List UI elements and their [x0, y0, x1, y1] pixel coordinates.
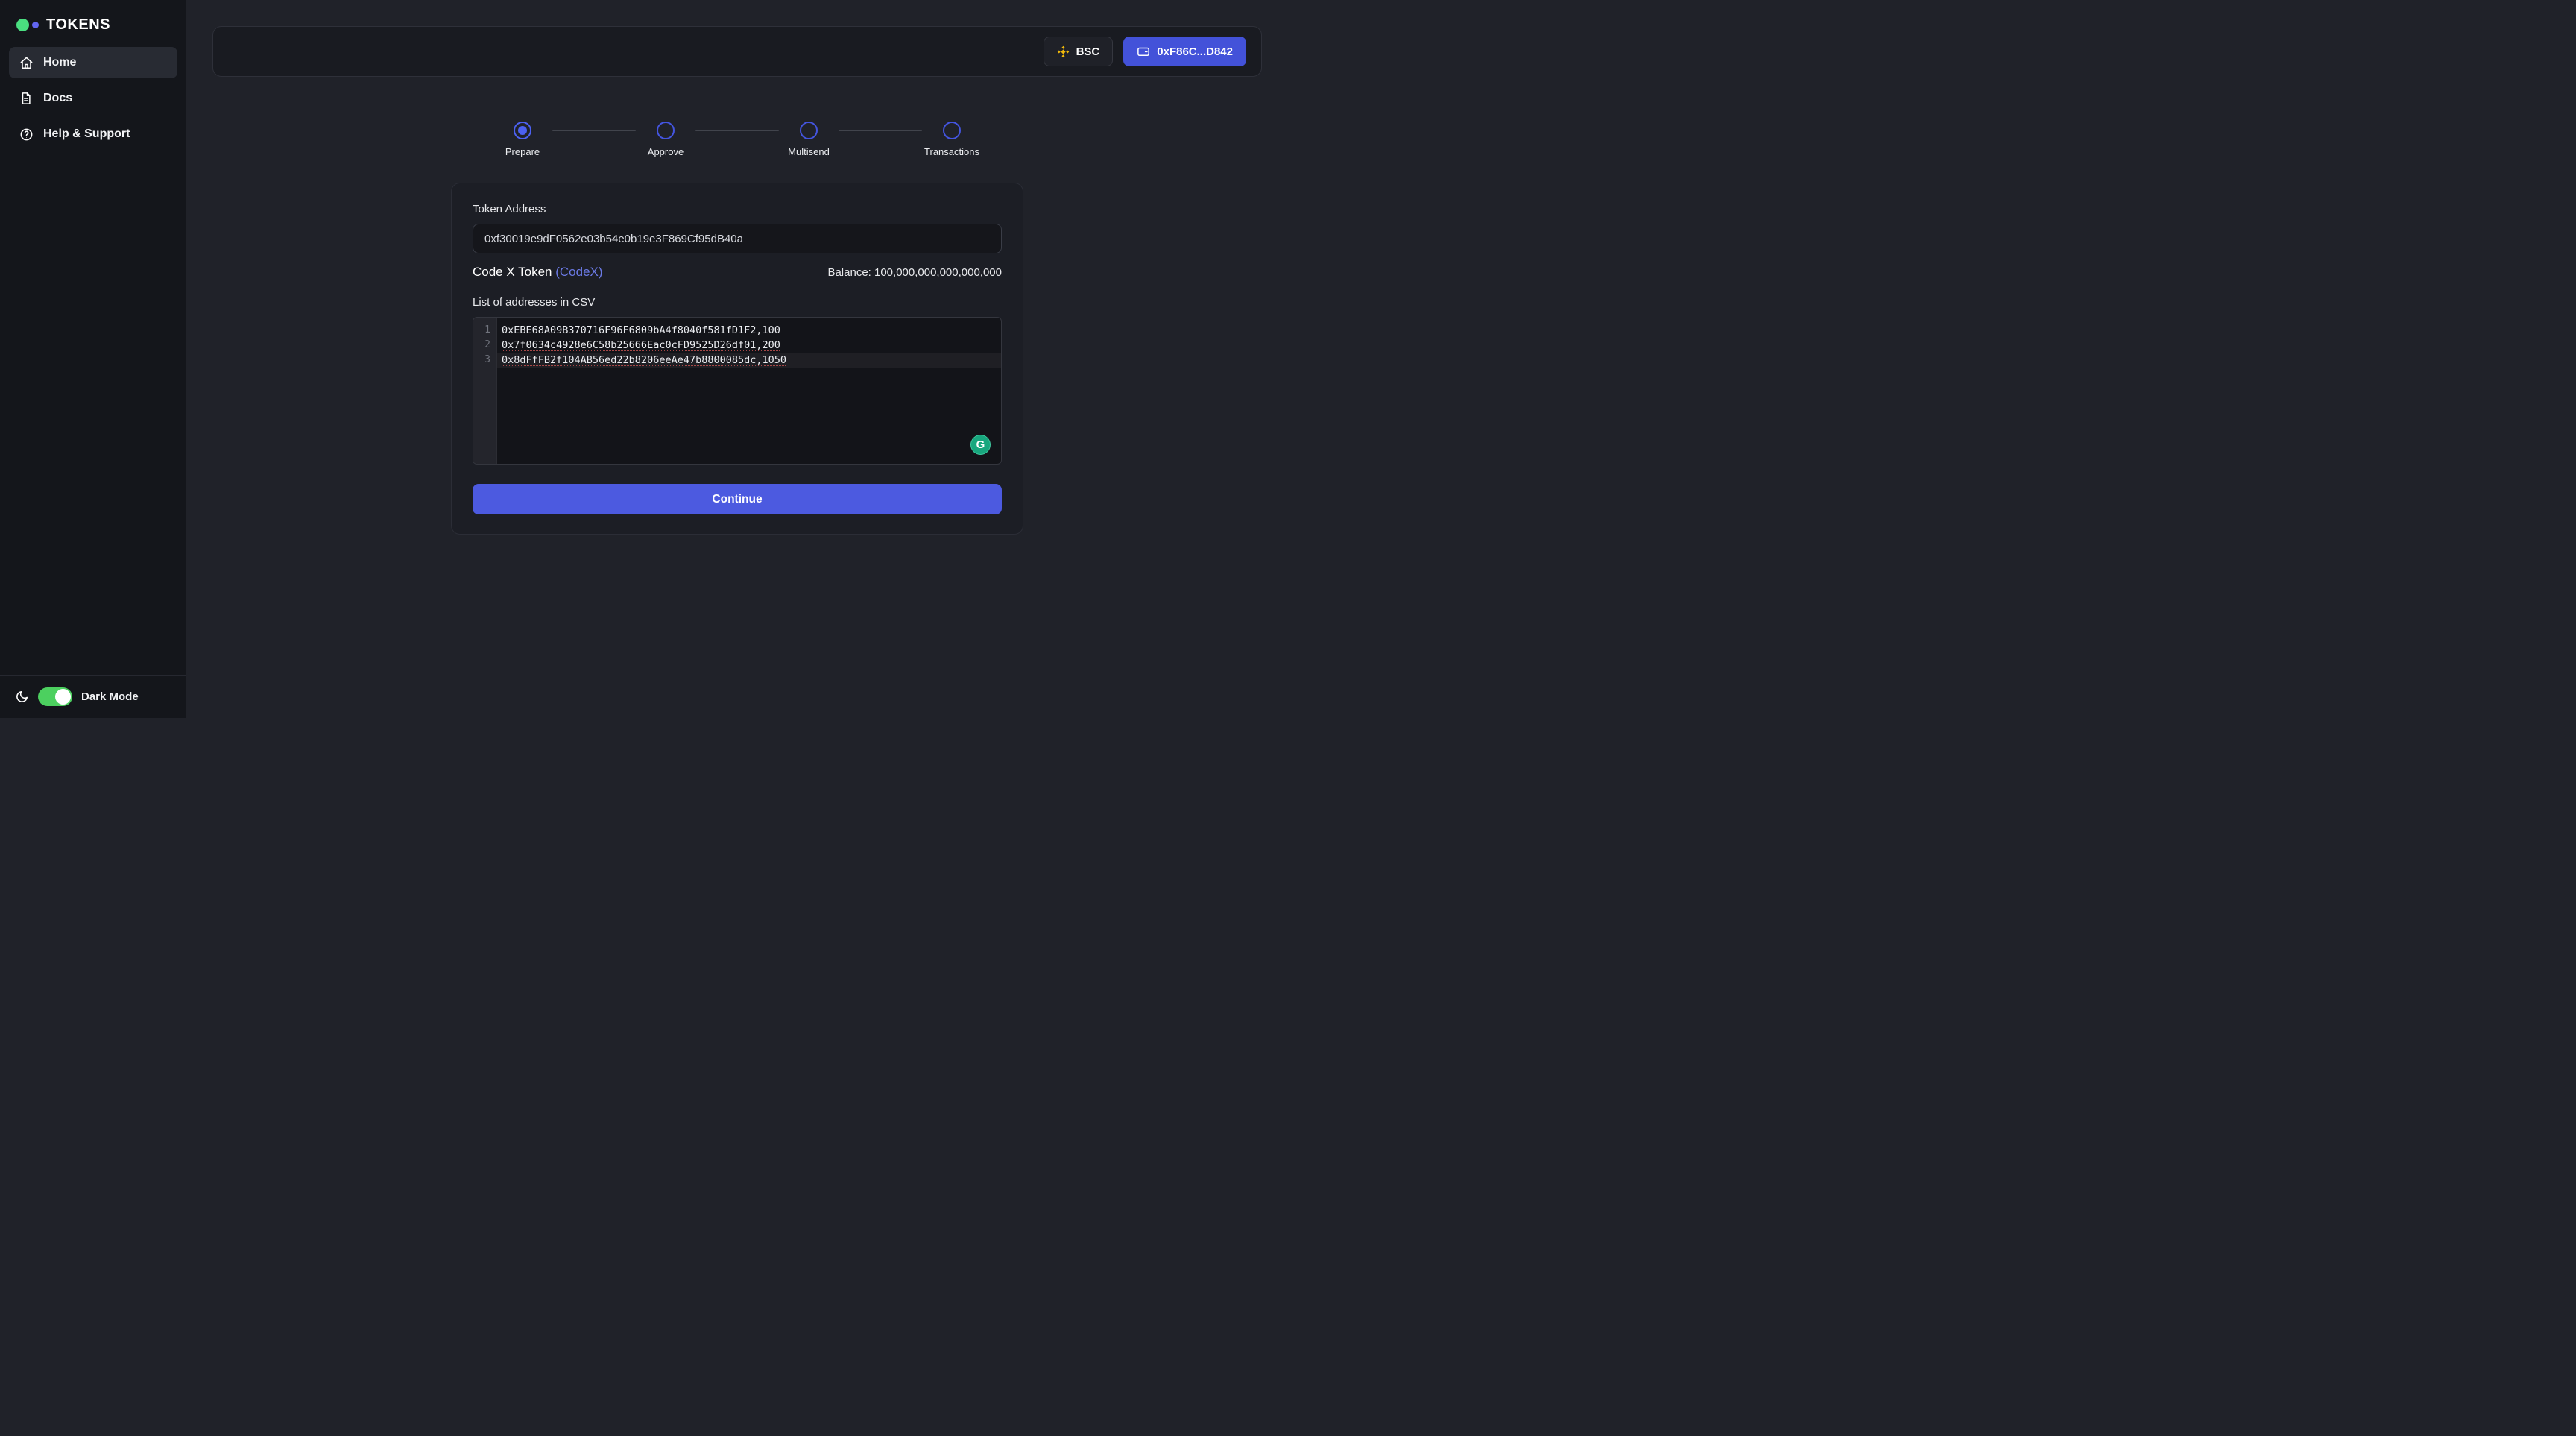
sidebar-item-help-support[interactable]: Help & Support: [9, 119, 177, 150]
sidebar-item-label: Help & Support: [43, 127, 130, 141]
wallet-icon: [1137, 45, 1150, 58]
network-label: BSC: [1076, 45, 1100, 58]
token-name-text: Code X Token: [473, 265, 552, 279]
step-label: Approve: [648, 146, 684, 157]
csv-editor[interactable]: 1 2 3 0xEBE68A09B370716F96F6809bA4f8040f…: [473, 317, 1002, 465]
step-label: Transactions: [924, 146, 979, 157]
app-root: TOKENS Home: [0, 0, 1288, 718]
step-multisend[interactable]: Multisend: [779, 122, 839, 157]
logo-dots-icon: [16, 19, 39, 31]
token-address-input[interactable]: [473, 224, 1002, 253]
grammarly-icon[interactable]: G: [970, 435, 991, 455]
step-transactions[interactable]: Transactions: [922, 122, 982, 157]
csv-list-label: List of addresses in CSV: [473, 296, 1002, 309]
logo-indigo-dot-icon: [32, 22, 39, 28]
binance-icon: [1057, 45, 1070, 58]
csv-line: 0x8dFfFB2f104AB56ed22b8206eeAe47b8800085…: [497, 353, 1001, 368]
network-selector-button[interactable]: BSC: [1044, 37, 1114, 66]
wallet-address-label: 0xF86C...D842: [1157, 45, 1233, 58]
csv-line: 0xEBE68A09B370716F96F6809bA4f8040f581fD1…: [497, 323, 1001, 338]
dark-mode-label: Dark Mode: [81, 690, 139, 703]
step-circle-transactions[interactable]: [943, 122, 961, 139]
prepare-form-card: Token Address Code X Token (CodeX) Balan…: [451, 183, 1023, 535]
dark-mode-toggle[interactable]: [38, 687, 72, 706]
wallet-address-button[interactable]: 0xF86C...D842: [1123, 37, 1246, 66]
sidebar-item-label: Home: [43, 56, 76, 69]
logo-green-dot-icon: [16, 19, 29, 31]
toggle-knob: [55, 689, 71, 705]
sidebar-item-home[interactable]: Home: [9, 47, 177, 78]
app-title: TOKENS: [46, 16, 110, 34]
sidebar: TOKENS Home: [0, 0, 186, 718]
docs-icon: [19, 91, 34, 106]
home-icon: [19, 55, 34, 70]
token-address-label: Token Address: [473, 203, 1002, 215]
csv-line: 0x7f0634c4928e6C58b25666Eac0cFD9525D26df…: [497, 338, 1001, 353]
token-name: Code X Token (CodeX): [473, 265, 603, 280]
line-number: 3: [473, 353, 496, 368]
step-label: Multisend: [788, 146, 830, 157]
editor-line-gutter: 1 2 3: [473, 318, 497, 464]
dark-mode-section: Dark Mode: [0, 675, 186, 718]
step-connector: [552, 130, 636, 131]
top-header-bar: BSC 0xF86C...D842: [212, 26, 1262, 77]
sidebar-nav: Home Docs: [0, 47, 186, 150]
line-number: 2: [473, 338, 496, 353]
step-circle-prepare[interactable]: [514, 122, 531, 139]
step-circle-multisend[interactable]: [800, 122, 818, 139]
step-connector: [695, 130, 779, 131]
step-label: Prepare: [505, 146, 540, 157]
line-number: 1: [473, 323, 496, 338]
app-logo: TOKENS: [0, 0, 186, 47]
main-content: BSC 0xF86C...D842 Prepare A: [186, 0, 1288, 718]
moon-icon: [15, 690, 29, 704]
help-icon: [19, 127, 34, 142]
step-circle-approve[interactable]: [657, 122, 675, 139]
sidebar-item-docs[interactable]: Docs: [9, 83, 177, 114]
step-prepare[interactable]: Prepare: [493, 122, 552, 157]
step-connector: [839, 130, 922, 131]
csv-line-text: 0x7f0634c4928e6C58b25666Eac0cFD9525D26df…: [502, 339, 780, 351]
token-symbol: (CodeX): [555, 265, 602, 279]
continue-button[interactable]: Continue: [473, 484, 1002, 514]
progress-stepper: Prepare Approve Multisend Transactions: [186, 122, 1288, 157]
step-approve[interactable]: Approve: [636, 122, 695, 157]
csv-line-text: 0xEBE68A09B370716F96F6809bA4f8040f581fD1…: [502, 324, 780, 336]
token-balance: Balance: 100,000,000,000,000,000: [827, 266, 1002, 279]
editor-code-area[interactable]: 0xEBE68A09B370716F96F6809bA4f8040f581fD1…: [497, 318, 1001, 464]
sidebar-item-label: Docs: [43, 92, 72, 105]
csv-line-text: 0x8dFfFB2f104AB56ed22b8206eeAe47b8800085…: [502, 354, 786, 366]
token-info-row: Code X Token (CodeX) Balance: 100,000,00…: [473, 265, 1002, 280]
